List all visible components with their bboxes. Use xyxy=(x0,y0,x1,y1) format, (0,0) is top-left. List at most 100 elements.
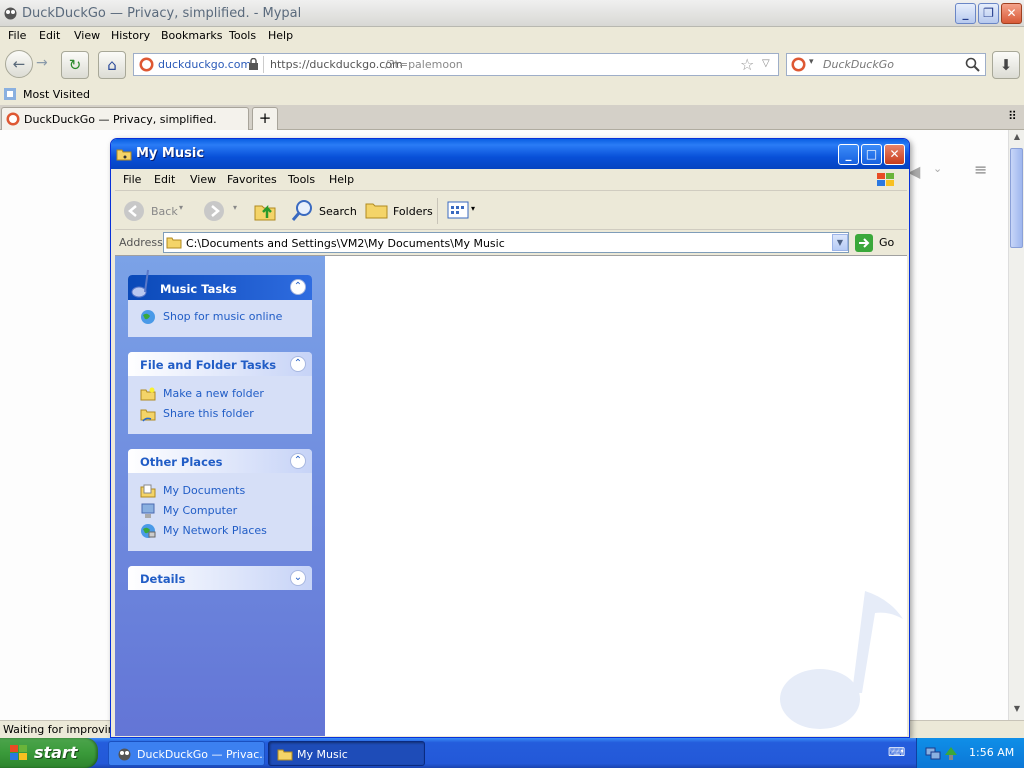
forward-button[interactable]: → xyxy=(36,55,48,71)
download-arrow-icon: ⬇ xyxy=(999,56,1013,74)
address-value: C:\Documents and Settings\VM2\My Documen… xyxy=(186,237,505,250)
explorer-menu-tools[interactable]: Tools xyxy=(288,173,315,186)
explorer-title-bar[interactable]: My Music _ □ ✕ xyxy=(111,139,909,169)
explorer-forward-button[interactable]: ▾ xyxy=(203,200,243,224)
start-button[interactable]: start xyxy=(0,738,98,768)
browser-minimize-button[interactable]: _ xyxy=(955,3,976,24)
my-music-window: My Music _ □ ✕ File Edit View Favorites … xyxy=(110,138,910,738)
browser-restore-button[interactable]: ❐ xyxy=(978,3,999,24)
back-dropdown-icon[interactable]: ▾ xyxy=(179,203,183,212)
menu-bookmarks[interactable]: Bookmarks xyxy=(161,29,222,42)
expand-chevron-icon[interactable]: ⌄ xyxy=(290,570,306,586)
menu-file[interactable]: File xyxy=(8,29,26,42)
network-tray-icon[interactable] xyxy=(925,745,941,761)
scroll-down-arrow-icon[interactable]: ▼ xyxy=(1011,704,1023,716)
most-visited-bookmark[interactable]: Most Visited xyxy=(3,86,93,103)
browser-title-bar: DuckDuckGo — Privacy, simplified. - Mypa… xyxy=(0,0,1024,27)
browser-close-button[interactable]: ✕ xyxy=(1001,3,1022,24)
collapse-chevron-icon[interactable]: ⌃ xyxy=(290,356,306,372)
home-button[interactable]: ⌂ xyxy=(98,51,126,79)
file-list-area[interactable] xyxy=(325,256,907,736)
explorer-menu-help[interactable]: Help xyxy=(329,173,354,186)
url-path: /?t=palemoon xyxy=(385,58,463,71)
clock[interactable]: 1:56 AM xyxy=(969,746,1014,759)
music-note-icon xyxy=(131,269,149,298)
explorer-menu-bar: File Edit View Favorites Tools Help xyxy=(115,169,907,191)
music-folder-taskbar-icon xyxy=(277,749,293,761)
explorer-search-button[interactable]: Search xyxy=(289,196,361,224)
music-folder-icon xyxy=(116,149,132,161)
search-engine-dropdown-icon[interactable]: ▾ xyxy=(809,57,814,67)
music-tasks-panel: Music Tasks ⌃ Shop for music online xyxy=(128,269,312,337)
back-button[interactable]: ← xyxy=(5,50,33,78)
other-places-header[interactable]: Other Places ⌃ xyxy=(128,449,312,473)
plus-icon: + xyxy=(258,109,272,127)
site-identity-button[interactable]: duckduckgo.com xyxy=(136,56,264,73)
address-folder-icon xyxy=(166,237,182,249)
scrollbar-thumb[interactable] xyxy=(1010,148,1023,248)
explorer-folders-button[interactable]: Folders xyxy=(363,196,433,224)
page-scrollbar[interactable]: ▲ ▼ xyxy=(1008,130,1024,720)
explorer-close-button[interactable]: ✕ xyxy=(884,144,905,165)
collapse-chevron-icon[interactable]: ⌃ xyxy=(290,453,306,469)
url-dropdown-icon[interactable]: ▽ xyxy=(762,58,770,69)
search-bar[interactable]: ▾ DuckDuckGo xyxy=(786,53,986,76)
safely-remove-tray-icon[interactable] xyxy=(943,745,959,761)
downloads-button[interactable]: ⬇ xyxy=(992,51,1020,79)
menu-help[interactable]: Help xyxy=(268,29,293,42)
views-dropdown-icon[interactable]: ▾ xyxy=(471,204,475,213)
music-note-watermark-icon xyxy=(780,591,903,729)
reload-button[interactable]: ↻ xyxy=(61,51,89,79)
explorer-back-button[interactable]: Back ▾ xyxy=(121,198,189,224)
keyboard-icon[interactable]: ⌨ xyxy=(888,745,905,759)
duckduckgo-favicon xyxy=(139,57,154,72)
views-icon xyxy=(447,201,469,219)
folders-icon xyxy=(365,203,388,219)
explorer-window-title: My Music xyxy=(136,146,205,161)
file-folder-tasks-header[interactable]: File and Folder Tasks ⌃ xyxy=(128,352,312,376)
address-dropdown-icon[interactable]: ▼ xyxy=(832,234,848,251)
toolbar-separator xyxy=(437,198,438,224)
search-placeholder: DuckDuckGo xyxy=(823,58,894,71)
taskbar-item-my-music[interactable]: My Music xyxy=(268,741,425,766)
back-arrow-icon xyxy=(124,201,144,221)
explorer-menu-edit[interactable]: Edit xyxy=(154,173,175,186)
go-button[interactable]: Go xyxy=(855,233,901,253)
explorer-minimize-button[interactable]: _ xyxy=(838,144,859,165)
views-button[interactable]: ▾ xyxy=(445,198,481,224)
explorer-menu-file[interactable]: File xyxy=(123,173,141,186)
most-visited-icon xyxy=(4,88,16,100)
up-folder-button[interactable] xyxy=(253,198,277,222)
tab-duckduckgo[interactable]: DuckDuckGo — Privacy, simplified. xyxy=(1,107,249,130)
tab-title: DuckDuckGo — Privacy, simplified. xyxy=(24,113,217,126)
url-host: https://duckduckgo.com xyxy=(270,58,403,71)
forward-arrow-icon xyxy=(204,201,224,221)
menu-tools[interactable]: Tools xyxy=(229,29,256,42)
address-label: Address xyxy=(119,236,163,249)
tab-list-icon[interactable]: ⠿ xyxy=(1008,109,1017,123)
address-field[interactable]: C:\Documents and Settings\VM2\My Documen… xyxy=(163,232,849,253)
menu-view[interactable]: View xyxy=(74,29,100,42)
music-tasks-header[interactable]: Music Tasks ⌃ xyxy=(128,269,312,300)
search-engine-icon[interactable] xyxy=(791,57,806,72)
explorer-menu-view[interactable]: View xyxy=(190,173,216,186)
new-folder-icon xyxy=(140,387,156,401)
details-header[interactable]: Details ⌄ xyxy=(128,566,312,590)
collapse-chevron-icon[interactable]: ⌃ xyxy=(290,279,306,295)
search-icon[interactable] xyxy=(965,57,980,72)
menu-edit[interactable]: Edit xyxy=(39,29,60,42)
site-identity-label: duckduckgo.com xyxy=(158,58,252,71)
scroll-up-arrow-icon[interactable]: ▲ xyxy=(1011,132,1023,144)
bookmark-star-icon[interactable]: ☆ xyxy=(740,55,754,74)
hamburger-menu-icon[interactable]: ≡ xyxy=(974,160,987,179)
explorer-maximize-button[interactable]: □ xyxy=(861,144,882,165)
go-arrow-icon xyxy=(855,234,873,252)
menu-history[interactable]: History xyxy=(111,29,150,42)
new-tab-button[interactable]: + xyxy=(252,107,278,130)
chevron-down-icon[interactable]: ⌄ xyxy=(933,162,942,175)
forward-dropdown-icon[interactable]: ▾ xyxy=(233,203,237,212)
explorer-menu-favorites[interactable]: Favorites xyxy=(227,173,277,186)
arrow-right-icon: → xyxy=(36,55,48,71)
url-bar[interactable]: duckduckgo.com https://duckduckgo.com /?… xyxy=(133,53,779,76)
taskbar-item-browser[interactable]: DuckDuckGo — Privac... xyxy=(108,741,265,766)
